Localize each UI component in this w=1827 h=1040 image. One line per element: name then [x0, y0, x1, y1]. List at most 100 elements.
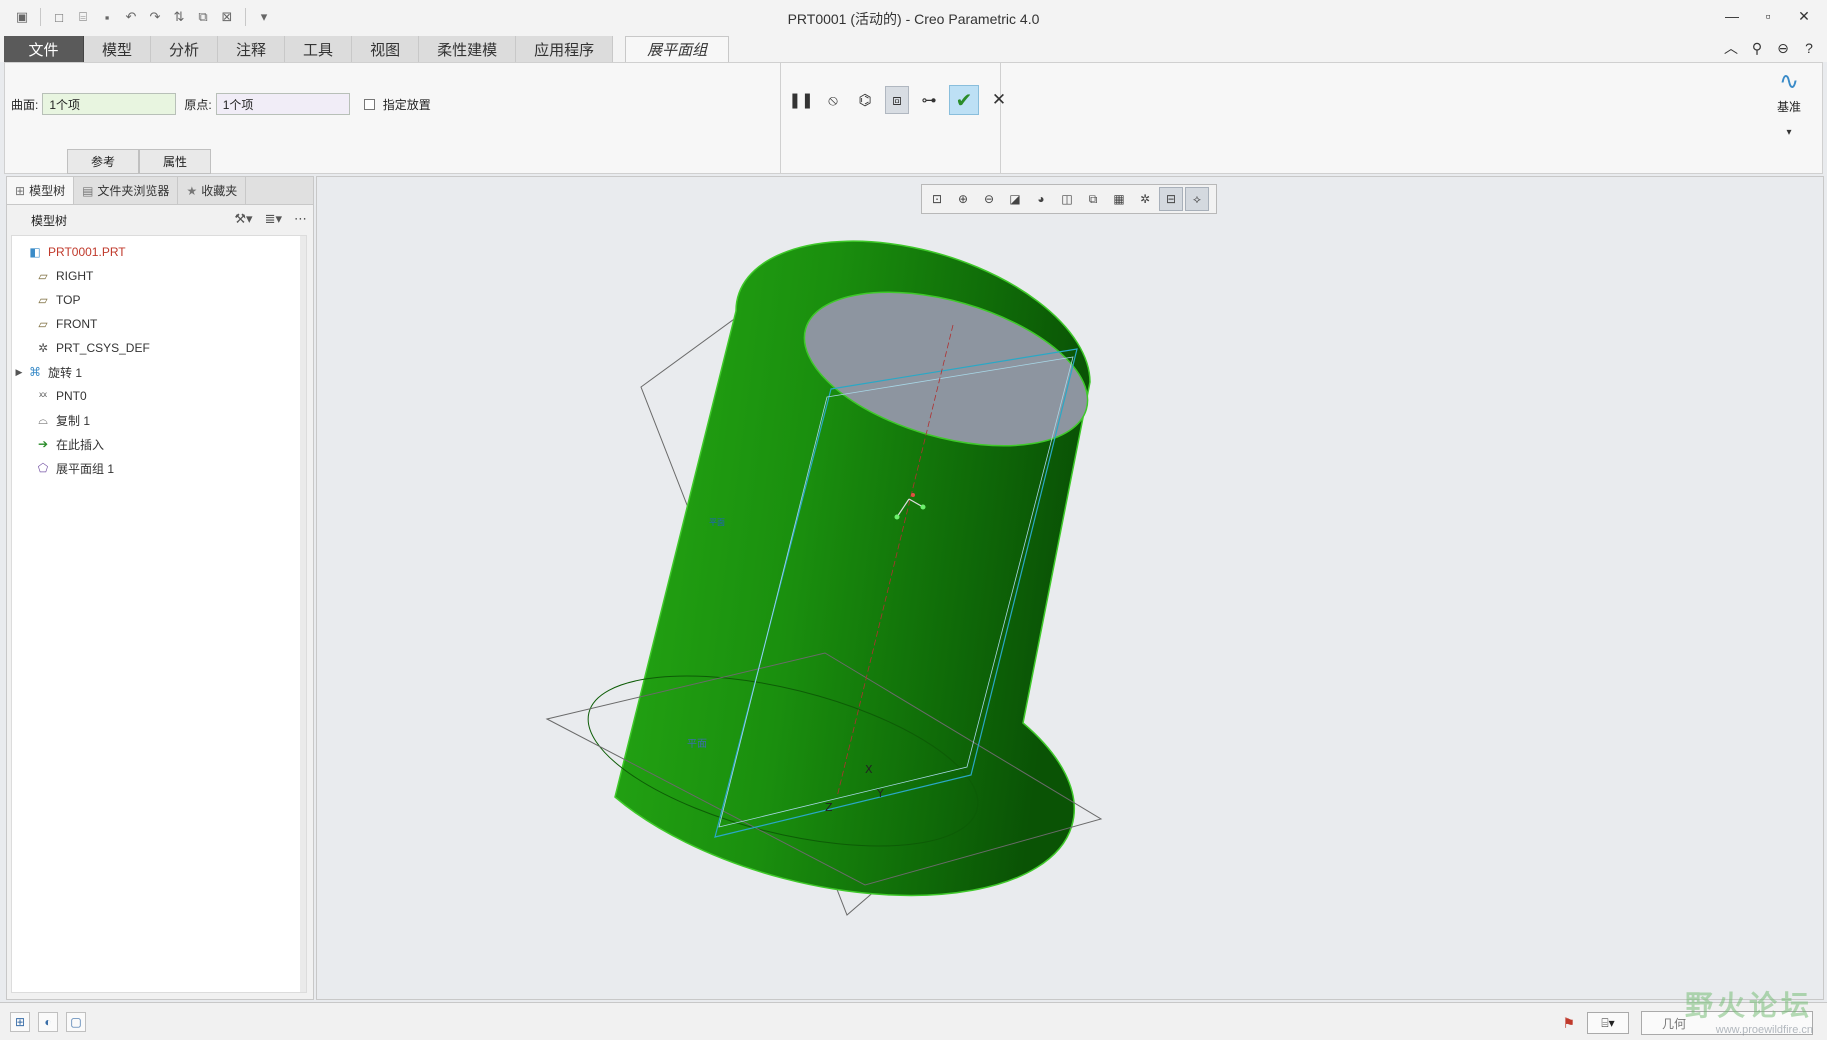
- tree-node-flatten[interactable]: ⬠ 展平面组 1: [12, 456, 306, 480]
- title-bar: ▣ □ ⌸ ▪ ↶ ↷ ⇅ ⧉ ⊠ ▾ PRT0001 (活动的) - Creo…: [0, 0, 1827, 36]
- minimize-icon[interactable]: —: [1723, 6, 1741, 26]
- toggle-navigator-icon[interactable]: ⊞: [10, 1012, 30, 1032]
- datum-point-icon: ˣˣ: [39, 389, 47, 403]
- tab-favorites[interactable]: ★ 收藏夹: [178, 177, 247, 204]
- maximize-icon[interactable]: ▫: [1759, 6, 1777, 26]
- datum-group: ∿ 基准 ▾: [1766, 63, 1812, 138]
- tab-model-tree-label: 模型树: [29, 184, 66, 198]
- glasses-preview-icon[interactable]: ⊶: [917, 86, 941, 114]
- status-bar: ⊞ ◐ ▢ ⚑ ⌸▾ 几何 野火论坛 www.proewildfire.cn: [0, 989, 1827, 1040]
- part-icon: ◧: [29, 245, 41, 259]
- flatten-quilt-icon: ⬠: [37, 461, 49, 475]
- csys-point-marker: [920, 504, 926, 510]
- tree-node-label: 在此插入: [56, 437, 105, 452]
- tab-file[interactable]: 文件: [4, 36, 84, 62]
- tree-scrollbar[interactable]: [300, 236, 306, 992]
- tab-folder-browser[interactable]: ▤ 文件夹浏览器: [74, 177, 179, 204]
- tree-node-front[interactable]: ▱ FRONT: [12, 312, 306, 336]
- tree-node-top[interactable]: ▱ TOP: [12, 288, 306, 312]
- subtab-references[interactable]: 参考: [67, 149, 139, 174]
- tree-node-label: TOP: [56, 293, 81, 307]
- tree-settings-icon[interactable]: ⚒▾: [234, 211, 252, 227]
- datum-label[interactable]: 基准: [1766, 98, 1812, 115]
- selection-filter-dropdown[interactable]: 几何: [1641, 1011, 1813, 1035]
- window-title: PRT0001 (活动的) - Creo Parametric 4.0: [787, 11, 1040, 27]
- feature-tag-label: 平面: [709, 518, 725, 527]
- copy-surface-icon: ⌓: [38, 412, 48, 427]
- origin-collector[interactable]: 1个项: [215, 93, 350, 115]
- tab-flatten-quilt[interactable]: 展平面组: [625, 36, 730, 62]
- tree-node-pnt0[interactable]: ˣˣ PNT0: [12, 384, 306, 408]
- tree-node-revolve[interactable]: ▶ ⌘ 旋转 1: [12, 360, 306, 384]
- tree-filter-icon[interactable]: ⋯: [294, 211, 307, 227]
- cancel-x-button[interactable]: ✕: [987, 86, 1011, 114]
- model-tree-tools: ⚒▾ ≣▾ ⋯: [234, 211, 307, 227]
- pause-icon[interactable]: ❚❚: [788, 86, 813, 114]
- insert-arrow-icon: ➔: [37, 437, 49, 451]
- tab-applications[interactable]: 应用程序: [516, 36, 614, 62]
- help-icon[interactable]: ?: [1801, 40, 1817, 56]
- preview-icon[interactable]: ⌬: [853, 86, 877, 114]
- navigator-tabs: ⊞ 模型树 ▤ 文件夹浏览器 ★ 收藏夹: [7, 177, 313, 205]
- axis-x-label: X: [865, 763, 873, 776]
- origin-label: 原点:: [184, 97, 212, 112]
- datum-plane-icon: ▱: [38, 269, 48, 283]
- tree-show-icon[interactable]: ≣▾: [265, 211, 282, 227]
- favorites-icon: ★: [186, 183, 198, 198]
- close-icon[interactable]: ✕: [1795, 6, 1813, 26]
- apply-checkmark-button[interactable]: ✔: [949, 85, 979, 115]
- expand-arrow-icon[interactable]: ▶: [12, 367, 26, 378]
- tree-node-csys[interactable]: ✲ PRT_CSYS_DEF: [12, 336, 306, 360]
- tree-node-label: PNT0: [56, 389, 87, 403]
- csys-icon: ✲: [37, 341, 49, 355]
- control-group: ❚❚ ⦸ ⌬ ⧈ ⊶ ✔ ✕: [781, 63, 1006, 173]
- collapse-ribbon-icon[interactable]: ︿: [1723, 38, 1739, 58]
- status-left-tools: ⊞ ◐ ▢: [10, 1012, 86, 1032]
- tree-node-copy[interactable]: ⌓ 复制 1: [12, 408, 306, 432]
- tab-analysis[interactable]: 分析: [151, 36, 219, 62]
- tab-model[interactable]: 模型: [84, 36, 152, 62]
- find-binoculars-icon[interactable]: ⌸▾: [1587, 1012, 1629, 1034]
- surface-collector[interactable]: 1个项: [42, 93, 177, 115]
- verify-icon[interactable]: ⧈: [885, 86, 909, 114]
- toggle-browser-icon[interactable]: ◐: [38, 1012, 58, 1032]
- specify-placement-checkbox[interactable]: [363, 98, 375, 110]
- graphics-window[interactable]: ⊡ ⊕ ⊖ ◪ ◕ ◫ ⧉ ▦ ✲ ⊟ ⟡ 平面 X Y Z 平面: [316, 176, 1824, 1000]
- datum-curve-icon[interactable]: ∿: [1766, 67, 1812, 96]
- tab-model-tree[interactable]: ⊞ 模型树: [7, 177, 75, 204]
- full-screen-icon[interactable]: ▢: [66, 1012, 86, 1032]
- tree-node-label: FRONT: [56, 317, 98, 331]
- flatten-inputs: 曲面: 1个项 原点: 1个项 指定放置: [11, 93, 431, 115]
- tree-node-label: RIGHT: [56, 269, 94, 283]
- csys-origin-marker: [911, 493, 915, 497]
- message-flag-icon[interactable]: ⚑: [1562, 1015, 1575, 1032]
- tree-node-right[interactable]: ▱ RIGHT: [12, 264, 306, 288]
- subtab-properties[interactable]: 属性: [139, 149, 211, 174]
- tab-view[interactable]: 视图: [352, 36, 420, 62]
- search-icon[interactable]: ⚲: [1749, 40, 1765, 57]
- folder-icon: ▤: [82, 183, 94, 198]
- specify-placement-label: 指定放置: [382, 97, 431, 112]
- ribbon-right-tools: ︿ ⚲ ⊖ ?: [1723, 38, 1817, 58]
- status-right-tools: ⚑ ⌸▾ 几何: [1562, 1011, 1813, 1035]
- tree-node-insert-here[interactable]: ➔ 在此插入: [12, 432, 306, 456]
- datum-plane-icon: ▱: [38, 317, 48, 331]
- tree-node-label: 展平面组 1: [56, 461, 115, 476]
- tab-favorites-label: 收藏夹: [201, 184, 238, 198]
- model-tree: ◧ PRT0001.PRT ▱ RIGHT ▱ TOP ▱ FRONT ✲ PR…: [11, 235, 307, 993]
- community-icon[interactable]: ⊖: [1775, 40, 1791, 57]
- model-tree-icon: ⊞: [15, 183, 26, 198]
- tab-tools[interactable]: 工具: [285, 36, 353, 62]
- revolve-icon: ⌘: [29, 365, 41, 379]
- navigator-panel: ⊞ 模型树 ▤ 文件夹浏览器 ★ 收藏夹 模型树 ⚒▾ ≣▾ ⋯ ◧ PRT00…: [6, 176, 314, 1000]
- tree-node-label: PRT0001.PRT: [48, 245, 126, 259]
- datum-dropdown-icon[interactable]: ▾: [1766, 127, 1812, 138]
- tab-annotate[interactable]: 注释: [218, 36, 286, 62]
- datum-plane-icon: ▱: [38, 293, 48, 307]
- window-controls: — ▫ ✕: [1723, 6, 1813, 26]
- pnt0-marker[interactable]: [894, 514, 900, 520]
- tab-flexible-modeling[interactable]: 柔性建模: [419, 36, 517, 62]
- tab-folder-browser-label: 文件夹浏览器: [97, 184, 170, 198]
- no-preview-icon[interactable]: ⦸: [821, 86, 845, 114]
- tree-node-root[interactable]: ◧ PRT0001.PRT: [12, 240, 306, 264]
